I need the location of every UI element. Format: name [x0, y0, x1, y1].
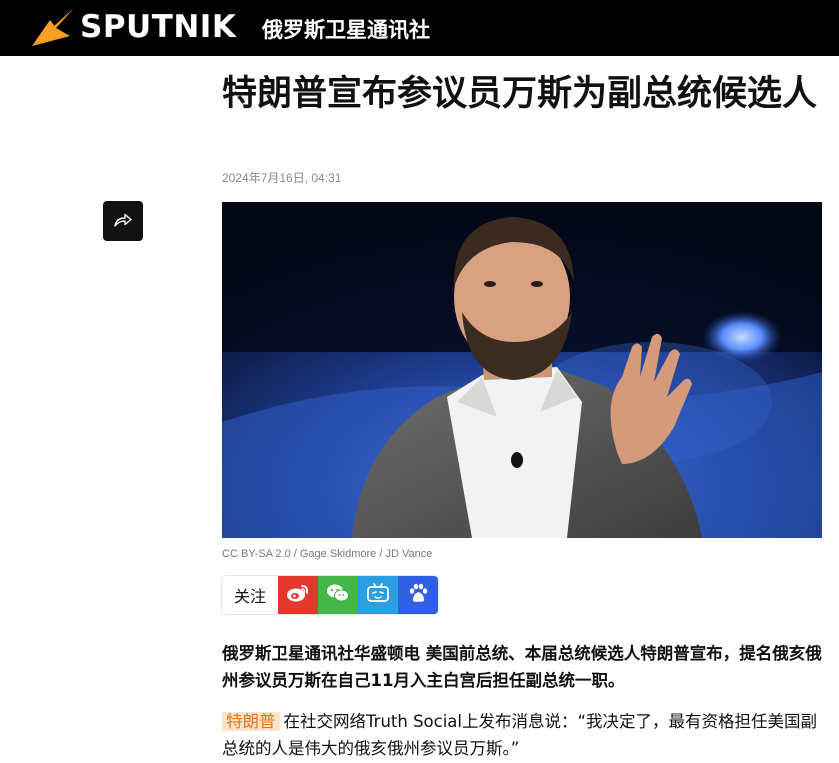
paragraph-text: 在社交网络Truth Social上发布消息说：“我决定了，最有资格担任美国副总…: [222, 712, 818, 758]
brand-name[interactable]: SPUTNIK: [80, 9, 236, 45]
tag-link-trump[interactable]: 特朗普: [222, 712, 280, 731]
bilibili-button[interactable]: [358, 576, 398, 614]
article-title: 特朗普宣布参议员万斯为副总统候选人: [222, 74, 818, 114]
follow-label: 关注: [222, 576, 278, 614]
bilibili-icon: [366, 583, 390, 607]
weibo-button[interactable]: [278, 576, 318, 614]
share-button[interactable]: [103, 201, 143, 241]
wechat-button[interactable]: [318, 576, 358, 614]
site-header: SPUTNIK 俄罗斯卫星通讯社: [0, 0, 839, 56]
sputnik-logo-icon[interactable]: [30, 6, 76, 48]
article-lead: 俄罗斯卫星通讯社华盛顿电 美国前总统、本届总统候选人特朗普宣布，提名俄亥俄州参议…: [222, 644, 822, 690]
wechat-icon: [326, 583, 350, 607]
article-photo: [222, 202, 822, 538]
follow-bar: 关注: [222, 576, 438, 614]
article-paragraph: 特朗普 在社交网络Truth Social上发布消息说：“我决定了，最有资格担任美…: [222, 708, 827, 762]
brand-subtitle[interactable]: 俄罗斯卫星通讯社: [262, 14, 430, 44]
baidu-button[interactable]: [398, 576, 438, 614]
photo-caption: CC BY-SA 2.0 / Gage Skidmore / JD Vance: [222, 548, 433, 560]
article-date: 2024年7月16日, 04:31: [222, 171, 342, 185]
baidu-icon: [407, 582, 429, 608]
weibo-icon: [286, 583, 310, 607]
share-arrow-icon: [114, 212, 132, 231]
